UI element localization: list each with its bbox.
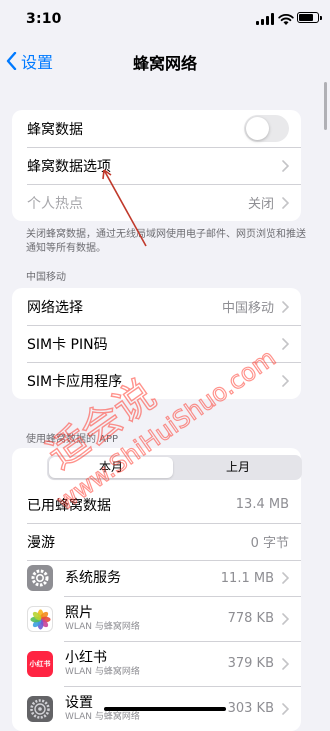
chevron-right-icon (282, 159, 289, 172)
app-row-photos[interactable]: 照片 WLAN 与蜂窝网络 778 KB (12, 596, 301, 641)
chevron-right-icon (282, 337, 289, 350)
photos-icon (27, 605, 53, 632)
app-name: 照片 (65, 604, 93, 621)
cellular-data-toggle[interactable] (244, 115, 289, 142)
app-network-subtitle: WLAN 与蜂窝网络 (65, 621, 140, 632)
app-name: 系统服务 (65, 570, 121, 586)
chevron-right-icon (282, 702, 289, 715)
toggle-knob (246, 117, 269, 140)
network-selection-row[interactable]: 网络选择 中国移动 (12, 288, 301, 325)
app-usage-value: 303 KB (227, 701, 274, 716)
app-usage-value: 778 KB (227, 611, 274, 626)
sim-apps-row[interactable]: SIM卡应用程序 (12, 362, 301, 399)
usage-list: 已用蜂窝数据 13.4 MB 漫游 0 字节 系统服务 11.1 MB 照片 W… (12, 486, 301, 731)
chevron-right-icon (282, 612, 289, 625)
used-data-row: 已用蜂窝数据 13.4 MB (12, 486, 301, 523)
cellular-footnote: 关闭蜂窝数据，通过无线局域网使用电子邮件、网页浏览和推送通知等所有数据。 (26, 229, 306, 254)
settings-icon (27, 695, 53, 722)
cellular-data-label: 蜂窝数据 (27, 121, 83, 138)
battery-icon (297, 12, 322, 23)
sim-apps-label: SIM卡应用程序 (27, 373, 123, 390)
cellular-data-row: 蜂窝数据 (12, 110, 301, 147)
app-network-subtitle: WLAN 与蜂窝网络 (65, 666, 140, 677)
home-indicator (104, 707, 226, 711)
chevron-right-icon (282, 196, 289, 209)
chevron-right-icon (282, 374, 289, 387)
app-row-xiaohongshu[interactable]: 小红书 小红书 WLAN 与蜂窝网络 379 KB (12, 641, 301, 686)
cellular-main-card: 蜂窝数据 蜂窝数据选项 个人热点 关闭 (12, 110, 301, 221)
chevron-right-icon (282, 572, 289, 584)
roaming-label: 漫游 (27, 534, 55, 551)
xiaohongshu-icon: 小红书 (27, 650, 53, 677)
cellular-options-label: 蜂窝数据选项 (27, 158, 111, 175)
usage-section-header: 使用蜂窝数据的 APP (26, 434, 119, 445)
status-bar: 3:10 (0, 0, 330, 40)
network-selection-value: 中国移动 (221, 301, 274, 316)
scroll-indicator (324, 82, 327, 130)
status-time: 3:10 (26, 11, 62, 27)
tab-last-month[interactable]: 上月 (176, 457, 300, 478)
tab-this-month[interactable]: 本月 (49, 457, 173, 478)
wifi-icon (278, 13, 294, 25)
app-usage-value: 11.1 MB (220, 570, 274, 586)
hotspot-value: 关闭 (247, 197, 274, 212)
roaming-row: 漫游 0 字节 (12, 523, 301, 560)
roaming-value: 0 字节 (250, 536, 289, 551)
used-data-value: 13.4 MB (235, 497, 289, 512)
sim-pin-row[interactable]: SIM卡 PIN码 (12, 325, 301, 362)
app-name: 小红书 (65, 649, 107, 666)
app-usage-value: 379 KB (227, 656, 274, 671)
carrier-section-header: 中国移动 (26, 272, 66, 283)
carrier-card: 网络选择 中国移动 SIM卡 PIN码 SIM卡应用程序 (12, 288, 301, 399)
usage-period-segmented-control: 本月 上月 (47, 455, 302, 480)
app-network-subtitle: WLAN 与蜂窝网络 (65, 711, 140, 722)
chevron-right-icon (282, 300, 289, 313)
used-data-label: 已用蜂窝数据 (27, 497, 111, 514)
cellular-signal-icon (256, 13, 274, 25)
chevron-right-icon (282, 657, 289, 670)
hotspot-row[interactable]: 个人热点 关闭 (12, 184, 301, 221)
sim-pin-label: SIM卡 PIN码 (27, 336, 108, 353)
navigation-bar: 设置 蜂窝网络 (0, 40, 330, 80)
app-row-system-services[interactable]: 系统服务 11.1 MB (12, 560, 301, 596)
network-selection-label: 网络选择 (27, 299, 83, 316)
page-title: 蜂窝网络 (132, 54, 197, 73)
hotspot-label: 个人热点 (27, 195, 83, 212)
gear-icon (27, 565, 53, 591)
cellular-options-row[interactable]: 蜂窝数据选项 (12, 147, 301, 184)
